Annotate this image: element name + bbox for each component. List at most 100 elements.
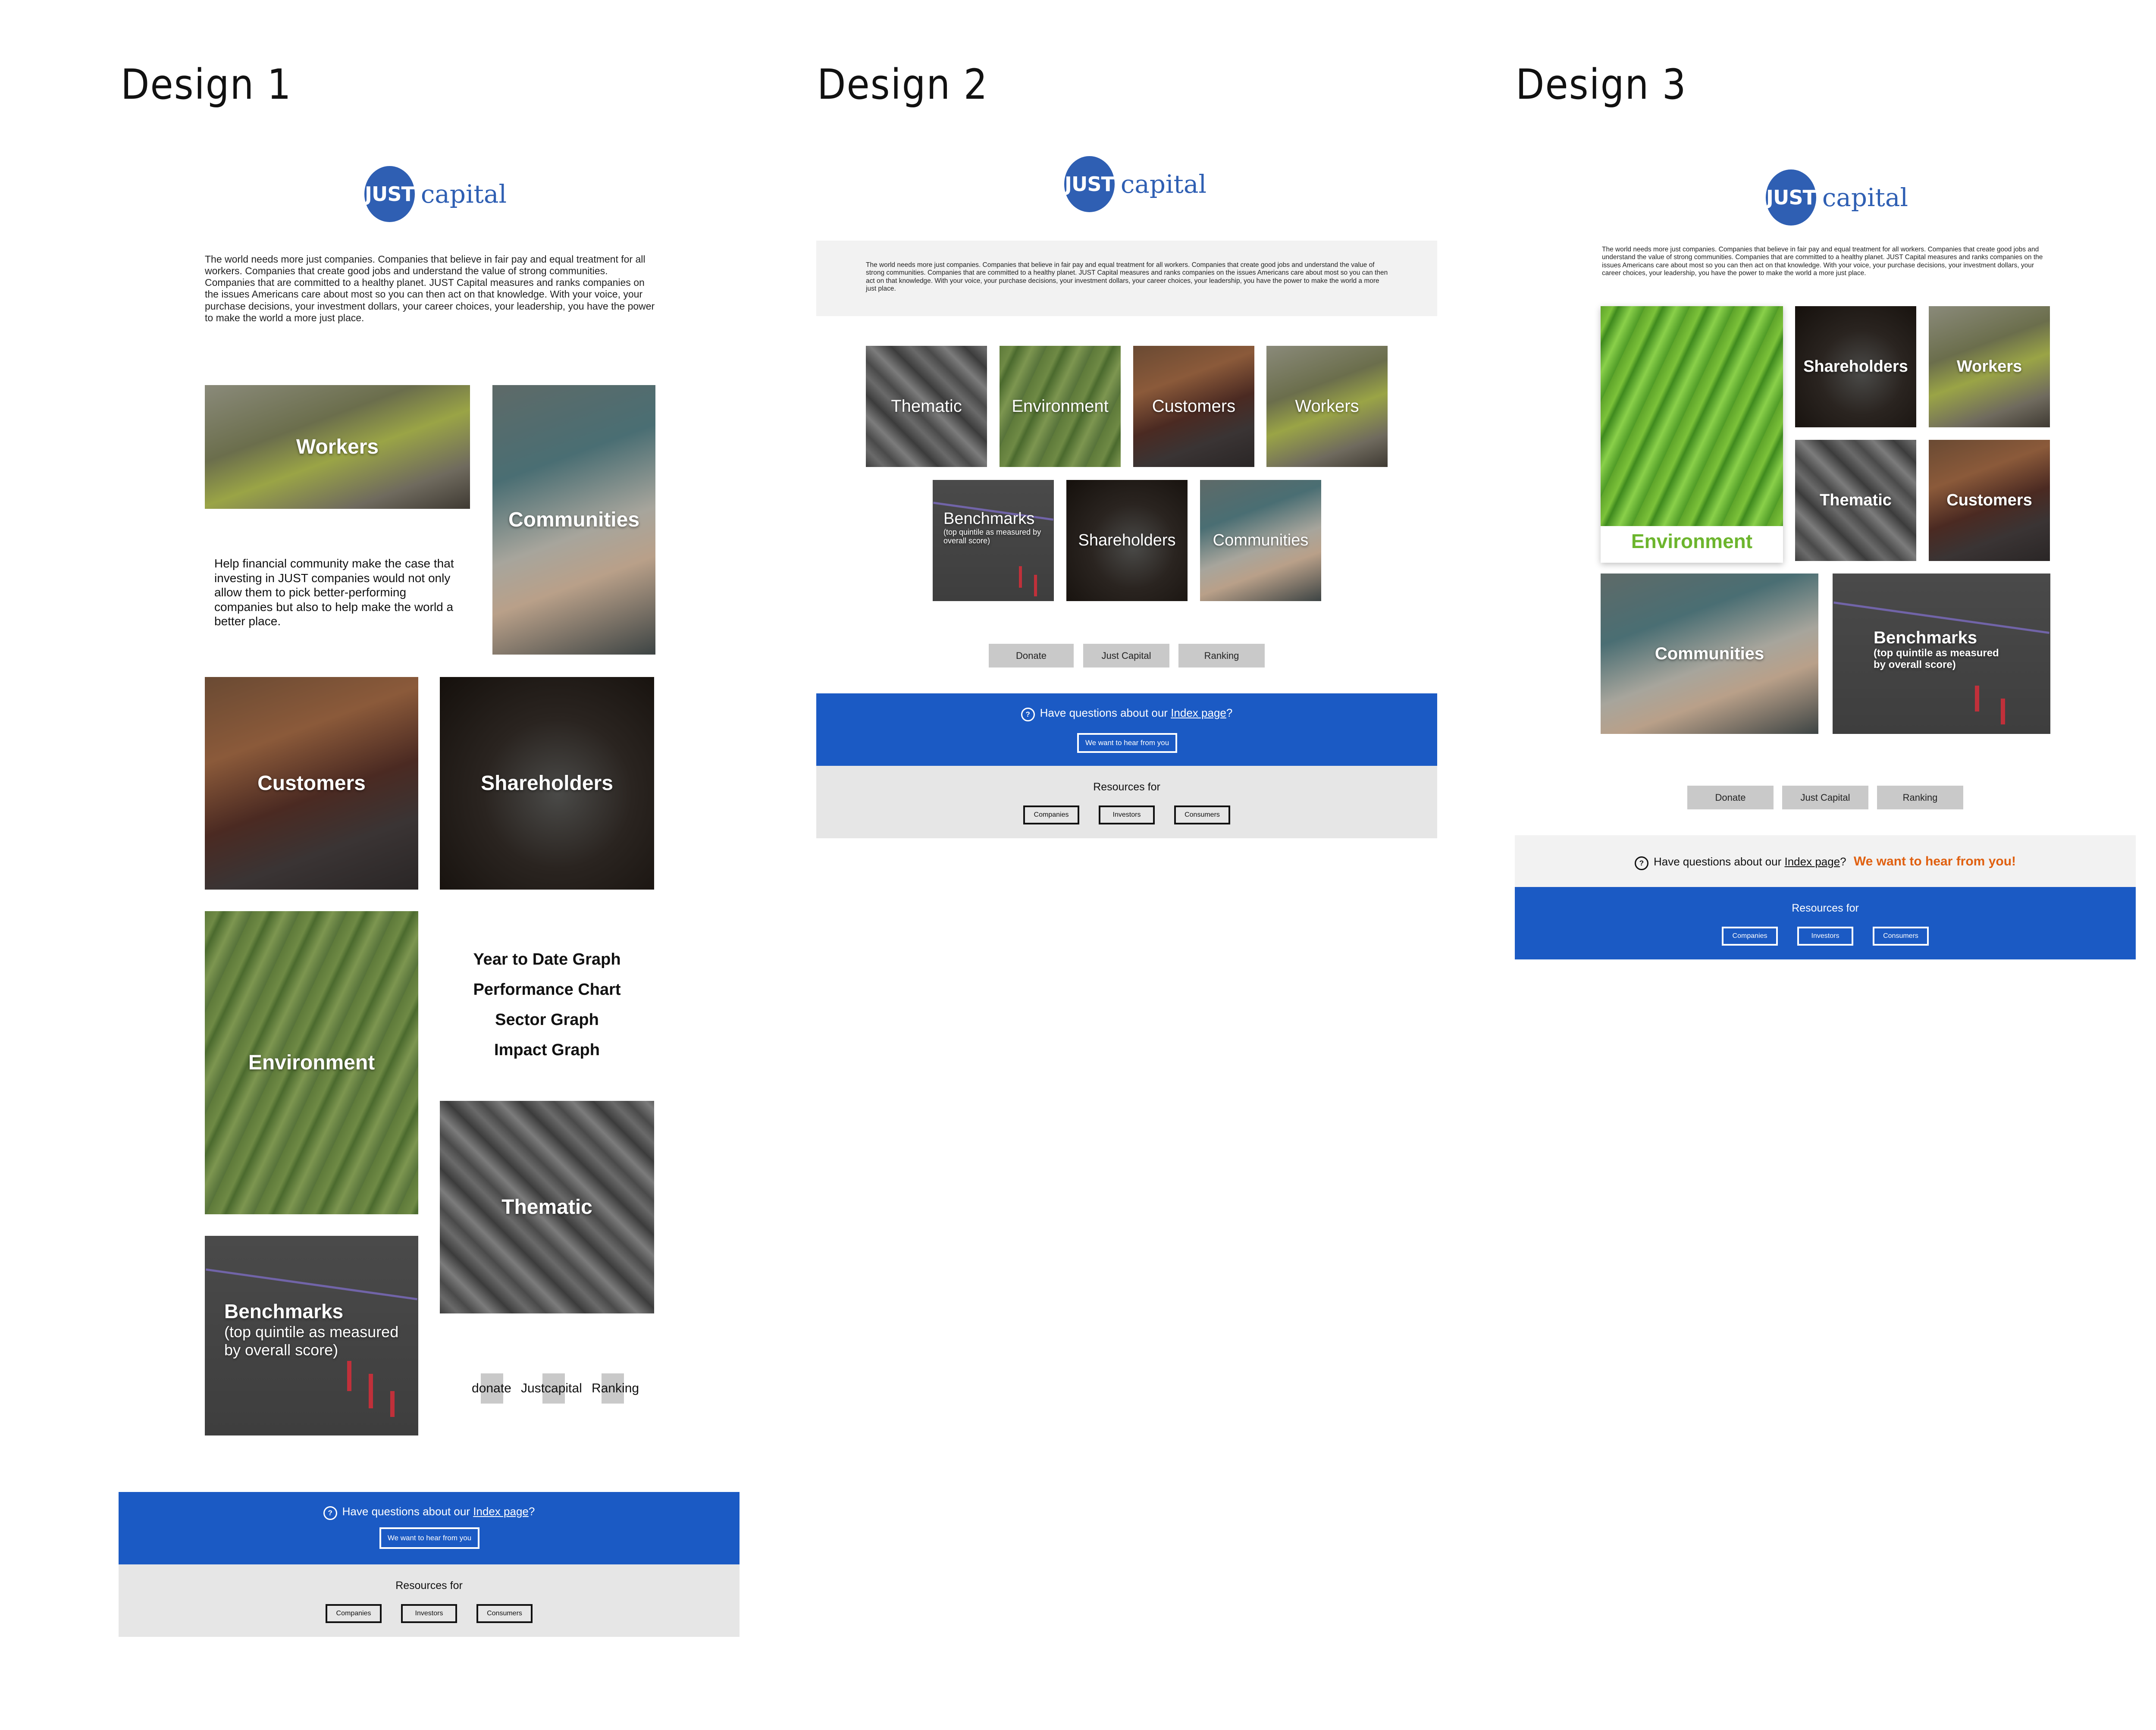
index-page-link[interactable]: Index page <box>1171 706 1226 719</box>
tile-label: Benchmarks (top quintile as measured by … <box>933 510 1043 545</box>
tile-label: Thematic <box>1820 491 1892 509</box>
d1-tile-communities[interactable]: Communities <box>492 385 655 655</box>
logo-wordmark: capital <box>1822 183 1908 212</box>
logo-mark: JUST <box>1766 169 1816 226</box>
footer-question: ? Have questions about our Index page? <box>816 706 1437 721</box>
d3-tile-thematic[interactable]: Thematic <box>1795 440 1916 561</box>
link-donate[interactable]: donate <box>472 1381 511 1396</box>
d3-donate-button[interactable]: Donate <box>1687 786 1774 809</box>
d1-tile-environment[interactable]: Environment <box>205 911 418 1214</box>
d1-tile-benchmarks[interactable]: Benchmarks (top quintile as measured by … <box>205 1236 418 1435</box>
resource-companies-button[interactable]: Companies <box>326 1604 382 1623</box>
d2-tile-thematic[interactable]: Thematic <box>866 346 987 467</box>
d3-tile-environment[interactable]: Environment <box>1601 306 1783 563</box>
environment-image <box>1601 306 1783 526</box>
logo-mark: JUST <box>364 166 415 222</box>
footer-question: ? Have questions about our Index page? We… <box>1515 854 2136 870</box>
d1-small-links: donate Justcapital Ranking <box>470 1373 642 1404</box>
d1-intro-text: The world needs more just companies. Com… <box>205 254 655 323</box>
index-page-link[interactable]: Index page <box>1785 855 1840 868</box>
d2-tile-workers[interactable]: Workers <box>1266 346 1388 467</box>
tile-label: Benchmarks (top quintile as measured by … <box>205 1300 405 1359</box>
d2-logo[interactable]: JUST capital <box>1064 154 1206 214</box>
tile-label: Communities <box>1655 644 1764 663</box>
design-3-title: Design 3 <box>1516 60 1687 109</box>
d1-footer-resources-band: Resources for Companies Investors Consum… <box>119 1564 740 1637</box>
chart-candle-decoration <box>1019 566 1022 588</box>
design-1-title: Design 1 <box>121 60 292 109</box>
graph-link-performance[interactable]: Performance Chart <box>440 975 654 1005</box>
tile-label: Shareholders <box>481 772 613 795</box>
tile-label: Thematic <box>501 1196 592 1219</box>
d3-tile-benchmarks[interactable]: Benchmarks (top quintile as measured by … <box>1833 574 2050 734</box>
chart-candle-decoration <box>369 1374 373 1408</box>
logo-wordmark: capital <box>1120 169 1206 199</box>
tile-label: Environment <box>1012 397 1109 416</box>
d3-ranking-button[interactable]: Ranking <box>1877 786 1963 809</box>
d1-tile-thematic[interactable]: Thematic <box>440 1101 654 1313</box>
chart-line-decoration <box>206 1268 417 1301</box>
d1-tile-customers[interactable]: Customers <box>205 677 418 890</box>
chart-candle-decoration <box>2001 699 2005 724</box>
feedback-link[interactable]: We want to hear from you! <box>1854 854 2016 868</box>
graph-link-sector[interactable]: Sector Graph <box>440 1005 654 1035</box>
d2-intro-band: The world needs more just companies. Com… <box>816 241 1437 316</box>
d1-help-text: Help financial community make the case t… <box>214 557 454 628</box>
d1-tile-shareholders[interactable]: Shareholders <box>440 677 654 890</box>
d3-intro-text: The world needs more just companies. Com… <box>1602 246 2043 277</box>
d2-tile-environment[interactable]: Environment <box>1000 346 1121 467</box>
d2-intro-text: The world needs more just companies. Com… <box>866 261 1388 292</box>
tile-sublabel: (top quintile as measured by overall sco… <box>224 1323 399 1359</box>
index-page-link[interactable]: Index page <box>473 1505 529 1518</box>
question-icon: ? <box>323 1506 337 1520</box>
resource-companies-button[interactable]: Companies <box>1722 927 1778 946</box>
resource-investors-button[interactable]: Investors <box>1797 927 1853 946</box>
resource-consumers-button[interactable]: Consumers <box>1873 927 1929 946</box>
d2-tile-customers[interactable]: Customers <box>1133 346 1254 467</box>
d1-tile-workers[interactable]: Workers <box>205 385 470 509</box>
d3-tile-workers[interactable]: Workers <box>1929 306 2050 427</box>
tile-label: Customers <box>1152 397 1236 416</box>
tile-sublabel: (top quintile as measured by overall sco… <box>1874 647 1999 671</box>
feedback-button[interactable]: We want to hear from you <box>379 1527 479 1549</box>
graph-link-ytd[interactable]: Year to Date Graph <box>440 944 654 975</box>
resource-investors-button[interactable]: Investors <box>401 1604 457 1623</box>
tile-label: Workers <box>296 436 379 458</box>
chart-candle-decoration <box>390 1391 395 1417</box>
question-icon: ? <box>1634 856 1648 870</box>
resource-consumers-button[interactable]: Consumers <box>1174 805 1230 824</box>
footer-question: ? Have questions about our Index page? <box>119 1505 740 1520</box>
d3-tile-communities[interactable]: Communities <box>1601 574 1818 734</box>
link-justcapital[interactable]: Justcapital <box>521 1381 582 1396</box>
d2-ranking-button[interactable]: Ranking <box>1178 644 1265 668</box>
tile-label: Benchmarks (top quintile as measured by … <box>1833 628 2007 671</box>
link-ranking[interactable]: Ranking <box>592 1381 639 1396</box>
d2-justcapital-button[interactable]: Just Capital <box>1083 644 1169 668</box>
tile-label: Shareholders <box>1078 531 1176 549</box>
d2-tile-communities[interactable]: Communities <box>1200 480 1321 601</box>
chart-candle-decoration <box>347 1361 351 1391</box>
d2-tile-shareholders[interactable]: Shareholders <box>1066 480 1188 601</box>
resource-investors-button[interactable]: Investors <box>1099 805 1155 824</box>
resources-label: Resources for <box>1792 902 1859 914</box>
chart-candle-decoration <box>1975 686 1979 711</box>
tile-label: Communities <box>1213 531 1309 549</box>
graph-link-impact[interactable]: Impact Graph <box>440 1035 654 1065</box>
tile-label: Customers <box>1946 491 2032 509</box>
d2-donate-button[interactable]: Donate <box>989 644 1074 668</box>
feedback-button[interactable]: We want to hear from you <box>1077 733 1177 753</box>
d2-footer-resources-band: Resources for Companies Investors Consum… <box>816 766 1437 838</box>
d2-tile-benchmarks[interactable]: Benchmarks (top quintile as measured by … <box>933 480 1054 601</box>
d3-tile-customers[interactable]: Customers <box>1929 440 2050 561</box>
resource-companies-button[interactable]: Companies <box>1023 805 1079 824</box>
d3-justcapital-button[interactable]: Just Capital <box>1782 786 1868 809</box>
logo-wordmark: capital <box>420 179 507 209</box>
d3-tile-shareholders[interactable]: Shareholders <box>1795 306 1916 427</box>
logo-mark: JUST <box>1064 156 1115 212</box>
d1-logo[interactable]: JUST capital <box>364 164 507 224</box>
resource-consumers-button[interactable]: Consumers <box>476 1604 533 1623</box>
tile-label: Workers <box>1956 357 2022 376</box>
d3-logo[interactable]: JUST capital <box>1766 167 1908 228</box>
d1-footer-question-band: ? Have questions about our Index page? We… <box>119 1492 740 1564</box>
d1-graph-links: Year to Date Graph Performance Chart Sec… <box>440 944 654 1065</box>
